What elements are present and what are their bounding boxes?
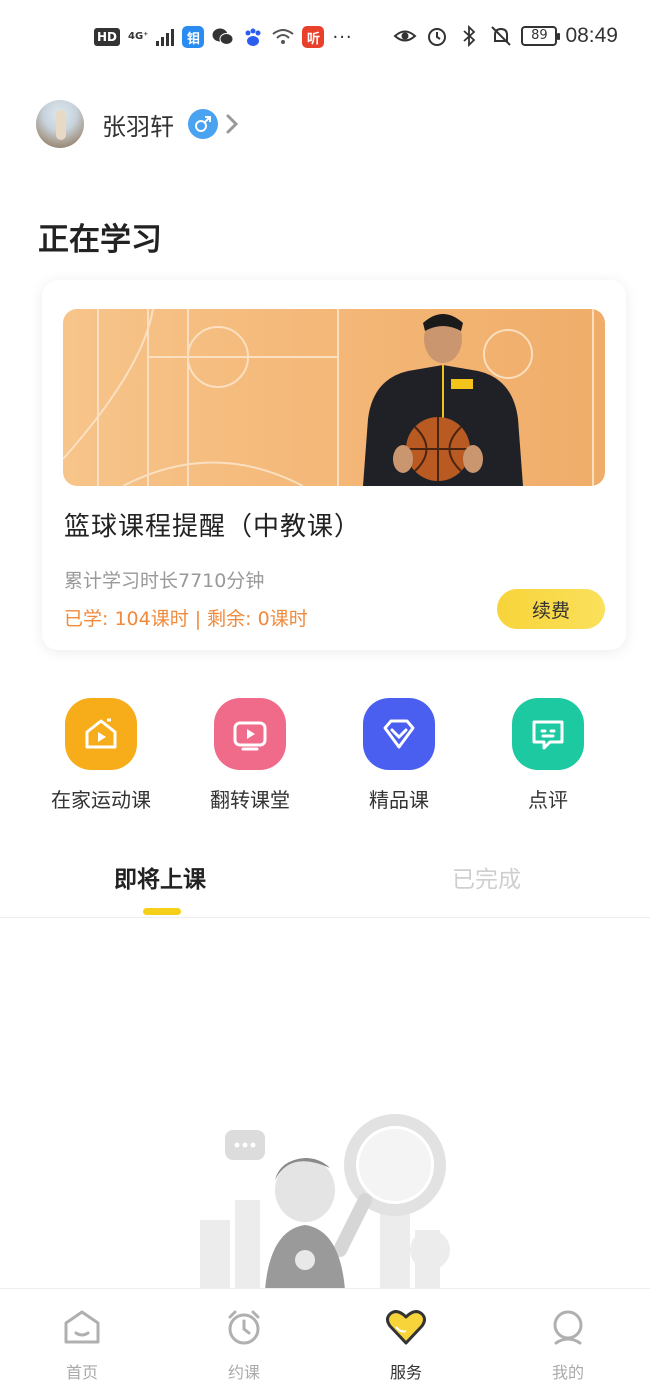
- nav-label: 首页: [65, 1363, 98, 1382]
- quick-action-home-sports[interactable]: 在家运动课: [26, 698, 176, 813]
- total-study-time: 累计学习时长7710分钟: [64, 570, 265, 592]
- alarm-icon: [428, 28, 447, 46]
- status-right: 89 08:49: [393, 24, 618, 48]
- quick-action-review[interactable]: 点评: [473, 698, 623, 813]
- quick-action-label: 在家运动课: [51, 788, 151, 812]
- quick-action-label: 点评: [528, 788, 568, 812]
- home-play-icon: [65, 698, 137, 770]
- nav-label: 我的: [551, 1363, 584, 1382]
- tab-upcoming[interactable]: 即将上课: [114, 860, 206, 894]
- quick-action-flipped-class[interactable]: 翻转课堂: [175, 698, 325, 813]
- more-dots-icon: ···: [332, 26, 353, 48]
- mute-bell-icon: [491, 26, 512, 46]
- bluetooth-icon: [463, 24, 476, 48]
- nav-item-service[interactable]: 服务: [356, 1305, 456, 1383]
- baidu-icon: [242, 26, 264, 48]
- wifi-icon: [272, 26, 295, 48]
- clock-time: 08:49: [565, 24, 618, 47]
- nav-label: 约课: [227, 1363, 260, 1382]
- lesson-progress: 已学: 104课时 | 剩余: 0课时: [64, 608, 308, 630]
- profile-icon: [546, 1305, 590, 1349]
- alarm-clock-icon: [222, 1305, 266, 1349]
- username: 张羽轩: [102, 112, 174, 141]
- quick-action-label: 精品课: [369, 788, 429, 812]
- empty-state-illustration: [180, 1110, 480, 1290]
- course-name: 篮球课程提醒（中教课）: [64, 512, 362, 542]
- signal-icon: [156, 28, 175, 46]
- nav-label: 服务: [389, 1363, 422, 1382]
- nav-item-home[interactable]: 首页: [32, 1305, 132, 1383]
- quick-actions: 在家运动课 翻转课堂 精品课 点评: [0, 698, 650, 818]
- quick-action-premium-course[interactable]: 精品课: [324, 698, 474, 813]
- eye-icon: [393, 30, 417, 42]
- comment-icon: [512, 698, 584, 770]
- course-card[interactable]: 篮球课程提醒（中教课） 累计学习时长7710分钟 已学: 104课时 | 剩余:…: [42, 280, 626, 650]
- listen-app-icon: 听: [302, 26, 325, 48]
- section-title-learning: 正在学习: [38, 222, 162, 258]
- active-tab-indicator: [143, 908, 181, 915]
- diamond-icon: [363, 698, 435, 770]
- avatar[interactable]: [36, 100, 84, 148]
- wechat-icon: [212, 26, 234, 48]
- app-notification-icon: 钼: [182, 26, 205, 48]
- heart-icon: [384, 1305, 428, 1349]
- male-gender-icon: [188, 109, 218, 139]
- tv-play-icon: [214, 698, 286, 770]
- quick-action-label: 翻转课堂: [210, 788, 290, 812]
- chevron-right-icon[interactable]: [224, 112, 240, 136]
- status-bar: HD 4G⁺ 钼 听 ··· 89 08:49: [0, 0, 650, 76]
- renew-button[interactable]: 续费: [497, 589, 605, 629]
- status-left: HD 4G⁺ 钼 听 ···: [94, 26, 353, 48]
- hd-icon: HD: [94, 28, 121, 46]
- network-type: 4G⁺: [128, 31, 149, 42]
- basketball-court-illustration: [63, 309, 594, 486]
- nav-item-mine[interactable]: 我的: [518, 1305, 618, 1383]
- home-icon: [60, 1305, 104, 1349]
- bottom-navigation: 首页 约课 服务 我的: [0, 1288, 650, 1390]
- nav-item-book[interactable]: 约课: [194, 1305, 294, 1383]
- battery-icon: 89: [521, 26, 561, 46]
- tab-completed[interactable]: 已完成: [452, 860, 521, 894]
- class-tabs: 即将上课 已完成: [0, 850, 650, 918]
- course-banner-image: [63, 309, 605, 486]
- profile-row[interactable]: 张羽轩: [36, 100, 240, 148]
